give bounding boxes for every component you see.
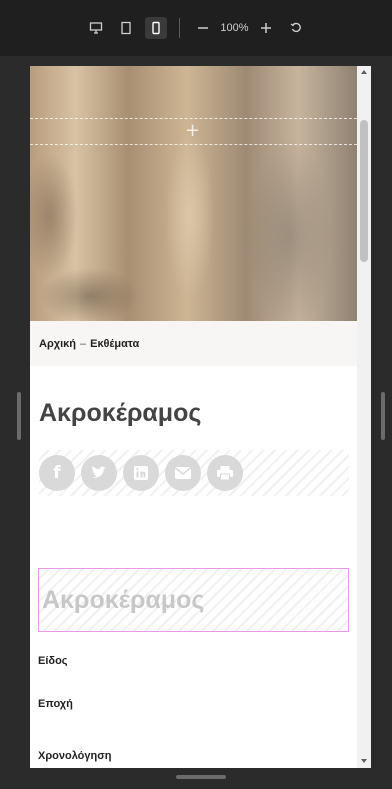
resize-handle-bottom[interactable] — [176, 775, 226, 779]
hero-image: + — [30, 66, 357, 321]
mobile-view-button[interactable] — [145, 17, 168, 39]
breadcrumb: Αρχική – Εκθέματα — [30, 321, 357, 366]
zoom-level: 100% — [220, 22, 249, 34]
resize-handle-left[interactable] — [17, 392, 21, 440]
preview-toolbar: 100% — [0, 0, 392, 56]
facebook-icon[interactable]: f — [39, 455, 75, 491]
zoom-in-button[interactable] — [255, 17, 277, 39]
desktop-icon — [90, 22, 103, 34]
reset-icon — [290, 22, 301, 33]
scroll-up-arrow[interactable] — [361, 70, 367, 74]
zoom-out-icon — [198, 27, 209, 29]
heading-widget-selected[interactable]: Ακροκέραμος — [38, 568, 349, 632]
desktop-view-button[interactable] — [85, 17, 107, 39]
share-buttons: f — [39, 450, 349, 496]
field-label-era: Εποχή — [38, 698, 73, 710]
vertical-scrollbar[interactable] — [357, 66, 371, 768]
resize-handle-right[interactable] — [381, 392, 385, 440]
breadcrumb-current[interactable]: Εκθέματα — [90, 338, 139, 350]
mobile-preview-frame: + Αρχική – Εκθέματα Ακροκέραμος f Ακροκέ… — [30, 66, 371, 768]
breadcrumb-home[interactable]: Αρχική — [39, 338, 76, 350]
email-icon[interactable] — [165, 455, 201, 491]
breadcrumb-separator: – — [80, 337, 87, 350]
twitter-icon[interactable] — [81, 455, 117, 491]
field-label-dating: Χρονολόγηση — [38, 750, 112, 762]
field-label-type: Είδος — [38, 655, 68, 667]
heading-placeholder: Ακροκέραμος — [42, 585, 205, 614]
section-guide-line — [30, 118, 357, 119]
reset-zoom-button[interactable] — [285, 17, 307, 39]
page-title: Ακροκέραμος — [39, 399, 202, 427]
section-guide-line — [30, 144, 357, 145]
tablet-view-button[interactable] — [115, 17, 137, 39]
scroll-thumb[interactable] — [360, 120, 368, 262]
zoom-in-icon — [260, 23, 271, 33]
toolbar-divider — [179, 18, 181, 38]
zoom-out-button[interactable] — [192, 17, 214, 39]
tablet-icon — [121, 21, 132, 35]
mobile-icon — [152, 21, 161, 35]
scroll-down-arrow[interactable] — [361, 759, 367, 763]
print-icon[interactable] — [207, 455, 243, 491]
add-section-icon[interactable]: + — [185, 120, 200, 141]
linkedin-icon[interactable] — [123, 455, 159, 491]
